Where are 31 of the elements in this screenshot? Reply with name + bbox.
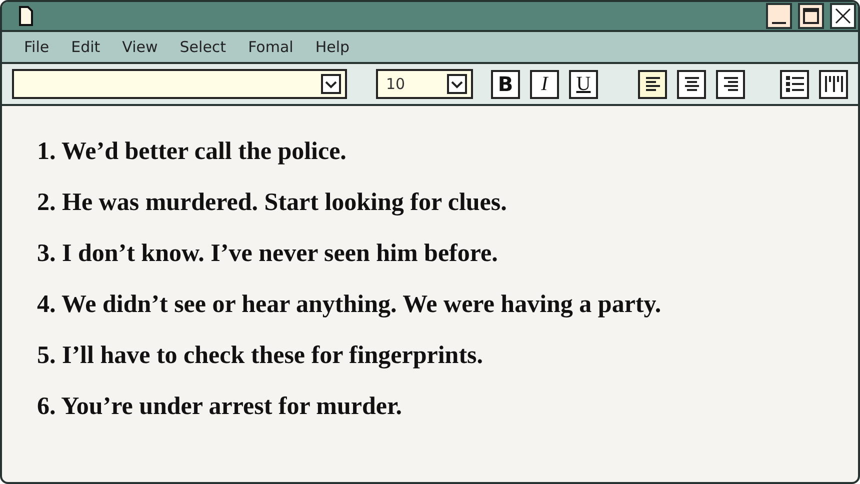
bold-button[interactable]: B: [491, 70, 520, 98]
menu-item[interactable]: File: [24, 38, 50, 56]
document-icon: [18, 6, 34, 26]
align-left-button[interactable]: [638, 70, 667, 98]
sentence: 6. You’re under arrest for murder.: [37, 392, 404, 422]
sentence: 4. We didn’t see or hear anything. We were having a party.: [37, 290, 662, 320]
dropdown-icon: [321, 74, 341, 94]
menu-item[interactable]: Help: [315, 38, 350, 56]
dropdown-icon: [447, 74, 467, 94]
menu-item[interactable]: View: [122, 38, 158, 56]
font-dropdown[interactable]: [12, 69, 347, 99]
minimize-icon: [772, 22, 786, 24]
columns-button[interactable]: [819, 70, 848, 98]
close-button[interactable]: [830, 3, 856, 29]
menu-item[interactable]: Fomal: [248, 38, 294, 56]
close-icon: [834, 7, 852, 25]
sentence: 5. I’ll have to check these for fingerprints.: [37, 340, 484, 370]
underline-button[interactable]: U: [569, 70, 598, 98]
sentence: 1. We’d better call the police.: [37, 136, 348, 166]
sentence: 2. He was murdered. Start looking for clues.: [37, 188, 508, 218]
size-dropdown[interactable]: 10: [386, 75, 406, 93]
align-right-button[interactable]: [716, 70, 745, 98]
italic-button[interactable]: I: [530, 70, 559, 98]
menu-item[interactable]: Edit: [71, 38, 100, 56]
align-center-button[interactable]: [677, 70, 706, 98]
bullet-list-button[interactable]: [780, 70, 809, 98]
minimize-button[interactable]: [766, 3, 792, 29]
sentence: 3. I don’t know. I’ve never seen him before.: [37, 238, 499, 268]
maximize-icon: [802, 7, 820, 25]
maximize-button[interactable]: [798, 3, 824, 29]
menu-item[interactable]: Select: [180, 38, 226, 56]
